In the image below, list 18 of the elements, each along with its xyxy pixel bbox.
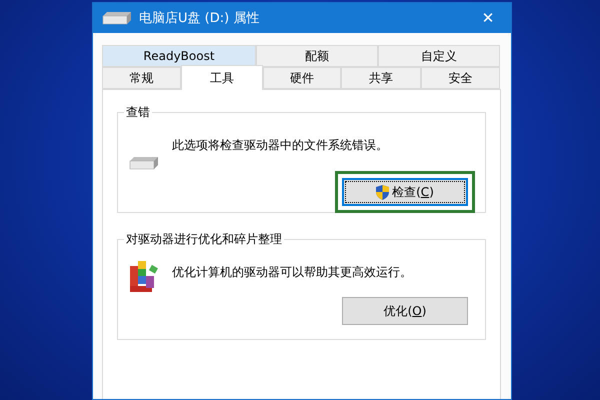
action-button[interactable]: 优化(O) (342, 297, 468, 325)
drive-icon (128, 155, 160, 171)
drive-icon (101, 10, 133, 26)
action-button[interactable]: 检查(C) (342, 178, 468, 206)
group-title: 对驱动器进行优化和碎片整理 (124, 231, 284, 248)
window-title: 电脑店U盘 (D:) 属性 (139, 10, 260, 27)
description-text: 此选项将检查驱动器中的文件系统错误。 (172, 137, 388, 154)
close-button[interactable]: ✕ (465, 3, 511, 33)
tab[interactable]: 工具 (181, 65, 263, 90)
defrag-icon (128, 258, 160, 294)
tab[interactable]: 配额 (256, 45, 378, 67)
tab[interactable]: 硬件 (263, 67, 341, 89)
tab[interactable]: ReadyBoost (102, 45, 256, 67)
tab[interactable]: 安全 (421, 67, 500, 89)
tab[interactable]: 常规 (102, 67, 181, 89)
tab[interactable]: 共享 (341, 67, 421, 89)
tab[interactable]: 自定义 (378, 45, 500, 67)
description-text: 优化计算机的驱动器可以帮助其更高效运行。 (172, 264, 412, 281)
